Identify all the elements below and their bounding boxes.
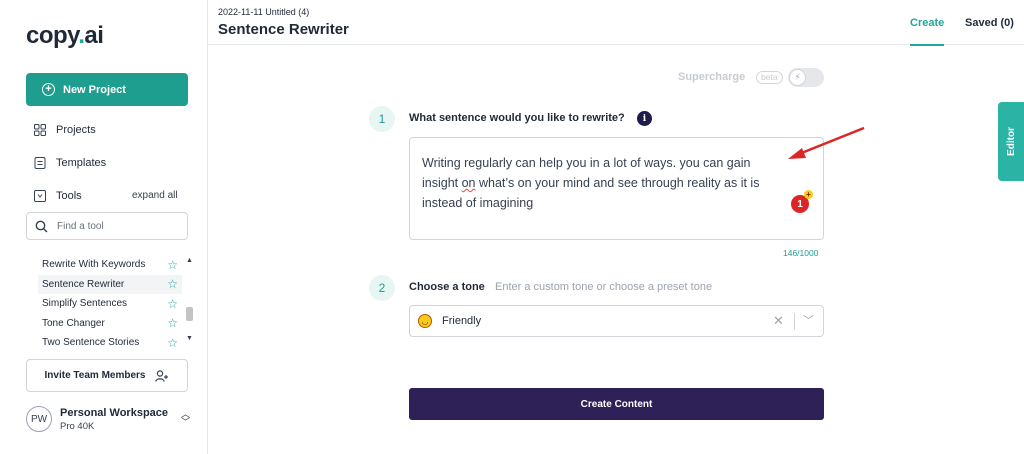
step-number-1: 1 [369,106,395,132]
sidebar-item-label: Projects [56,124,96,136]
tool-list[interactable]: Rewrite With Keywords ☆ Sentence Rewriter… [38,255,182,347]
invite-label: Invite Team Members [44,370,146,381]
add-user-icon [155,369,169,382]
tools-icon [34,190,46,202]
page-title: Sentence Rewriter [218,21,349,38]
tool-item-two-sentence-stories[interactable]: Two Sentence Stories ☆ [38,333,182,347]
badge-plus-icon: + [804,190,813,199]
new-project-button[interactable]: + New Project [26,73,188,106]
search-icon [35,220,48,232]
star-icon[interactable]: ☆ [167,277,178,291]
star-icon[interactable]: ☆ [167,258,178,272]
chevron-updown-icon: ︿ ﹀ [180,409,190,427]
tab-saved[interactable]: Saved (0) [965,17,1014,29]
info-icon[interactable]: i [637,111,652,126]
star-icon[interactable]: ☆ [167,297,178,311]
step-number-2: 2 [369,275,395,301]
star-icon[interactable]: ☆ [167,316,178,330]
chevron-down-icon[interactable]: ﹀ [803,312,814,328]
tool-item-sentence-rewriter[interactable]: Sentence Rewriter ☆ [38,274,182,294]
workspace-plan: Pro 40K [60,420,95,432]
avatar: PW [26,406,52,432]
workspace-switcher[interactable]: PW Personal Workspace Pro 40K ︿ ﹀ [26,406,192,432]
scroll-down-arrow-icon[interactable]: ▼ [184,333,195,345]
document-icon [34,157,46,169]
smiley-emoji-icon: ◡ [418,314,432,328]
scroll-thumb[interactable] [186,307,193,321]
sentence-input[interactable]: Writing regularly can help you in a lot … [409,137,824,240]
scroll-up-arrow-icon[interactable]: ▲ [184,255,195,267]
expand-all-link[interactable]: expand all [132,190,178,201]
invite-team-button[interactable]: Invite Team Members [26,359,188,392]
step1-label: What sentence would you like to rewrite? [409,112,625,124]
plus-circle-icon: + [42,83,55,96]
sidebar: copy.ai + New Project Projects Templates… [0,0,208,454]
tab-create[interactable]: Create [910,17,945,46]
star-icon[interactable]: ☆ [167,336,178,347]
tone-select[interactable]: ◡ Friendly ✕ ﹀ [409,305,824,337]
annotation-arrow-icon [788,126,865,159]
supercharge-label: Supercharge [678,71,746,83]
tool-search[interactable] [26,212,188,240]
create-content-button[interactable]: Create Content [409,388,824,420]
new-project-label: New Project [63,83,126,96]
editor-side-tab[interactable]: Editor [998,102,1024,181]
beta-badge: beta [756,71,783,84]
tool-search-input[interactable] [57,220,175,232]
tool-list-scrollbar[interactable]: ▲ ▼ [184,255,195,345]
breadcrumb[interactable]: 2022-11-11 Untitled (4) [218,7,309,17]
header: 2022-11-11 Untitled (4) Sentence Rewrite… [208,0,1024,46]
sidebar-item-label: Tools [56,190,82,202]
workspace-name: Personal Workspace [60,406,169,419]
sidebar-item-tools[interactable]: Tools [34,190,82,202]
sidebar-item-label: Templates [56,157,107,169]
tone-selected-value: Friendly [442,315,482,327]
clear-icon[interactable]: ✕ [773,313,784,329]
tone-hint: Enter a custom tone or choose a preset t… [495,281,713,293]
tool-item-simplify-sentences[interactable]: Simplify Sentences ☆ [38,294,182,314]
tool-item-rewrite-with-keywords[interactable]: Rewrite With Keywords ☆ [38,255,182,275]
copyai-logo[interactable]: copy.ai [26,22,104,50]
grid-icon [34,124,46,136]
sidebar-item-projects[interactable]: Projects [34,124,96,136]
select-divider [794,313,795,330]
editor-tab-label: Editor [1005,127,1017,156]
sidebar-item-templates[interactable]: Templates [34,157,106,169]
character-counter: 146/1000 [783,248,819,258]
lightning-icon: ⚡ [789,69,806,86]
tool-item-tone-changer[interactable]: Tone Changer ☆ [38,314,182,334]
step2-label: Choose a tone [409,281,485,293]
supercharge-toggle[interactable]: ⚡ [788,68,824,87]
